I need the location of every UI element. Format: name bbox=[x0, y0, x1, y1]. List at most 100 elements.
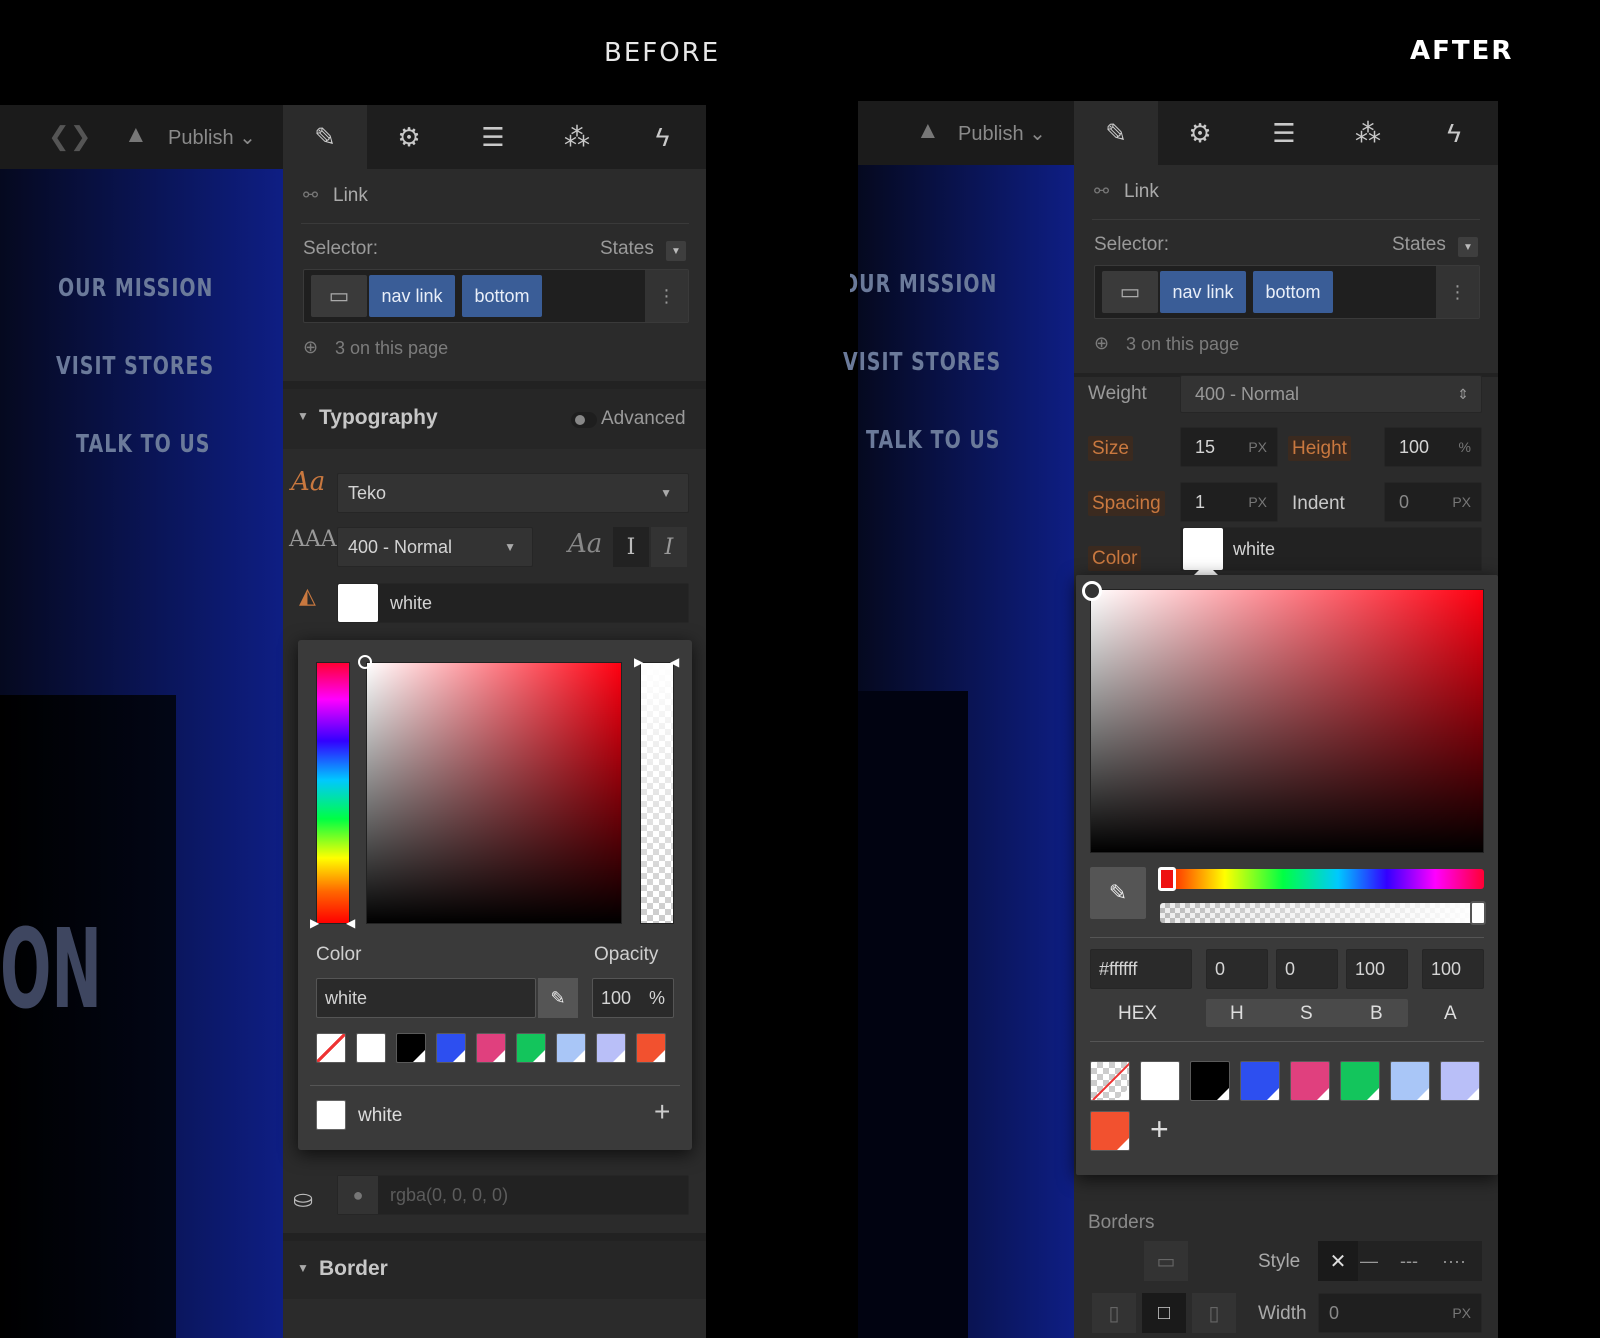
lightning-icon[interactable]: ϟ bbox=[619, 105, 706, 169]
indent-input[interactable]: 0 PX bbox=[1384, 482, 1482, 522]
border-style-dotted-icon[interactable]: ···· bbox=[1442, 1251, 1466, 1272]
border-all-icon[interactable]: □ bbox=[1142, 1293, 1186, 1333]
selector-menu-icon[interactable]: ⋮ bbox=[1436, 266, 1479, 318]
selector-tag-nav-link[interactable]: nav link bbox=[369, 275, 455, 317]
saturation-brightness-area[interactable] bbox=[1090, 589, 1484, 853]
add-color-icon[interactable]: + bbox=[654, 1096, 670, 1128]
states-label[interactable]: States bbox=[600, 238, 654, 260]
saturation-brightness-area[interactable] bbox=[366, 662, 622, 924]
hex-mode-label[interactable]: HEX bbox=[1118, 1003, 1157, 1025]
border-style-none-icon[interactable]: ✕ bbox=[1318, 1241, 1358, 1281]
height-input[interactable]: 100 % bbox=[1384, 427, 1482, 467]
hue-handle-right-icon[interactable]: ◀ bbox=[346, 916, 355, 930]
selector-menu-icon[interactable]: ⋮ bbox=[645, 270, 688, 322]
swatch-white[interactable] bbox=[1140, 1061, 1180, 1101]
swatch-white[interactable] bbox=[356, 1033, 386, 1063]
h-input[interactable]: 0 bbox=[1206, 949, 1268, 989]
border-style-solid-icon[interactable]: — bbox=[1360, 1251, 1378, 1272]
code-icon[interactable]: ❮❯ bbox=[48, 121, 92, 152]
alpha-handle[interactable] bbox=[1470, 901, 1486, 925]
sb-handle-icon[interactable] bbox=[1082, 581, 1102, 601]
border-left-icon[interactable]: ▯ bbox=[1092, 1293, 1136, 1333]
navigator-icon[interactable]: ☰ bbox=[1242, 101, 1326, 165]
font-style-icon[interactable]: Aa bbox=[568, 529, 602, 559]
eyedropper-icon[interactable]: ✎ bbox=[538, 978, 578, 1018]
brush-icon[interactable]: ✎ bbox=[1074, 101, 1158, 165]
background-color-field[interactable]: ● rgba(0, 0, 0, 0) bbox=[337, 1175, 689, 1215]
states-label[interactable]: States bbox=[1392, 234, 1446, 256]
font-weight-select[interactable]: 400 - Normal ▼ bbox=[337, 527, 533, 567]
selector-tag-bottom[interactable]: bottom bbox=[1253, 271, 1333, 313]
drops-icon[interactable]: ⁂ bbox=[1326, 101, 1410, 165]
after-nav-talk-to-us[interactable]: TALK TO US bbox=[866, 426, 1000, 455]
swatch-black[interactable] bbox=[396, 1033, 426, 1063]
states-dropdown-icon[interactable]: ▼ bbox=[1458, 237, 1478, 257]
font-color-swatch[interactable] bbox=[338, 584, 378, 622]
publish-button[interactable]: Publish ⌄ bbox=[168, 125, 256, 150]
weight-select[interactable]: 400 - Normal ⇕ bbox=[1180, 375, 1482, 413]
border-style-dashed-icon[interactable]: --- bbox=[1400, 1251, 1418, 1272]
selector-tag-bottom[interactable]: bottom bbox=[462, 275, 542, 317]
swatch-pink[interactable] bbox=[476, 1033, 506, 1063]
hue-handle-left-icon[interactable]: ▶ bbox=[310, 916, 319, 930]
border-top-icon[interactable]: ▭ bbox=[1144, 1241, 1188, 1281]
border-section-header[interactable]: ▼ Border bbox=[283, 1241, 706, 1299]
swatch-green[interactable] bbox=[1340, 1061, 1380, 1101]
drops-icon[interactable]: ⁂ bbox=[535, 105, 619, 169]
add-swatch-icon[interactable]: + bbox=[1150, 1111, 1169, 1148]
s-input[interactable]: 0 bbox=[1276, 949, 1338, 989]
opacity-handle-right-icon[interactable]: ◀ bbox=[670, 655, 679, 669]
opacity-handle-left-icon[interactable]: ▶ bbox=[634, 655, 643, 669]
device-icon[interactable]: ▭ bbox=[1102, 271, 1158, 313]
before-nav-our-mission[interactable]: OUR MISSION bbox=[58, 274, 213, 303]
border-right-icon[interactable]: ▯ bbox=[1192, 1293, 1236, 1333]
swatch-green[interactable] bbox=[516, 1033, 546, 1063]
style-normal-button[interactable]: I bbox=[613, 527, 649, 567]
sb-handle-icon[interactable] bbox=[358, 655, 372, 669]
swatch-transparent[interactable] bbox=[1090, 1061, 1130, 1101]
hex-input[interactable]: #ffffff bbox=[1090, 949, 1192, 989]
swatch-lavender[interactable] bbox=[1440, 1061, 1480, 1101]
lightning-icon[interactable]: ϟ bbox=[1410, 101, 1498, 165]
opacity-slider[interactable] bbox=[640, 662, 674, 924]
font-color-field[interactable]: white bbox=[337, 583, 689, 623]
swatch-light-blue[interactable] bbox=[1390, 1061, 1430, 1101]
swatch-orange[interactable] bbox=[636, 1033, 666, 1063]
advanced-toggle[interactable] bbox=[571, 412, 597, 428]
swatch-orange[interactable] bbox=[1090, 1111, 1130, 1151]
swatch-transparent[interactable] bbox=[316, 1033, 346, 1063]
alpha-slider[interactable] bbox=[1160, 903, 1484, 923]
swatch-blue[interactable] bbox=[1240, 1061, 1280, 1101]
gear-icon[interactable]: ⚙ bbox=[367, 105, 451, 169]
states-dropdown-icon[interactable]: ▼ bbox=[666, 241, 686, 261]
spacing-input[interactable]: 1 PX bbox=[1180, 482, 1278, 522]
size-input[interactable]: 15 PX bbox=[1180, 427, 1278, 467]
b-input[interactable]: 100 bbox=[1346, 949, 1408, 989]
style-italic-button[interactable]: I bbox=[651, 527, 687, 567]
picker-opacity-input[interactable]: 100 % bbox=[592, 978, 674, 1018]
hue-slider[interactable] bbox=[316, 662, 350, 924]
before-nav-visit-stores[interactable]: VISIT STORES bbox=[56, 352, 214, 381]
hue-slider[interactable] bbox=[1160, 869, 1484, 889]
hue-handle[interactable] bbox=[1158, 867, 1176, 891]
gear-icon[interactable]: ⚙ bbox=[1158, 101, 1242, 165]
eyedropper-icon[interactable]: ✎ bbox=[1090, 867, 1146, 919]
swatch-pink[interactable] bbox=[1290, 1061, 1330, 1101]
swatch-black[interactable] bbox=[1190, 1061, 1230, 1101]
navigator-icon[interactable]: ☰ bbox=[451, 105, 535, 169]
swatch-light-blue[interactable] bbox=[556, 1033, 586, 1063]
brush-icon[interactable]: ✎ bbox=[283, 105, 367, 169]
swatch-blue[interactable] bbox=[436, 1033, 466, 1063]
color-field[interactable]: white bbox=[1180, 527, 1482, 571]
saved-color-swatch[interactable] bbox=[316, 1100, 346, 1130]
picker-color-input[interactable]: white bbox=[316, 978, 536, 1018]
publish-button[interactable]: Publish ⌄ bbox=[958, 121, 1046, 146]
a-input[interactable]: 100 bbox=[1422, 949, 1484, 989]
border-width-input[interactable]: 0 PX bbox=[1318, 1293, 1482, 1333]
typography-section-header[interactable]: ▼ Typography Advanced bbox=[283, 389, 706, 449]
device-icon[interactable]: ▭ bbox=[311, 275, 367, 317]
selector-tag-nav-link[interactable]: nav link bbox=[1160, 271, 1246, 313]
font-family-select[interactable]: Teko ▼ bbox=[337, 473, 689, 513]
after-nav-our-mission[interactable]: OUR MISSION bbox=[850, 270, 997, 299]
before-nav-talk-to-us[interactable]: TALK TO US bbox=[76, 430, 210, 459]
